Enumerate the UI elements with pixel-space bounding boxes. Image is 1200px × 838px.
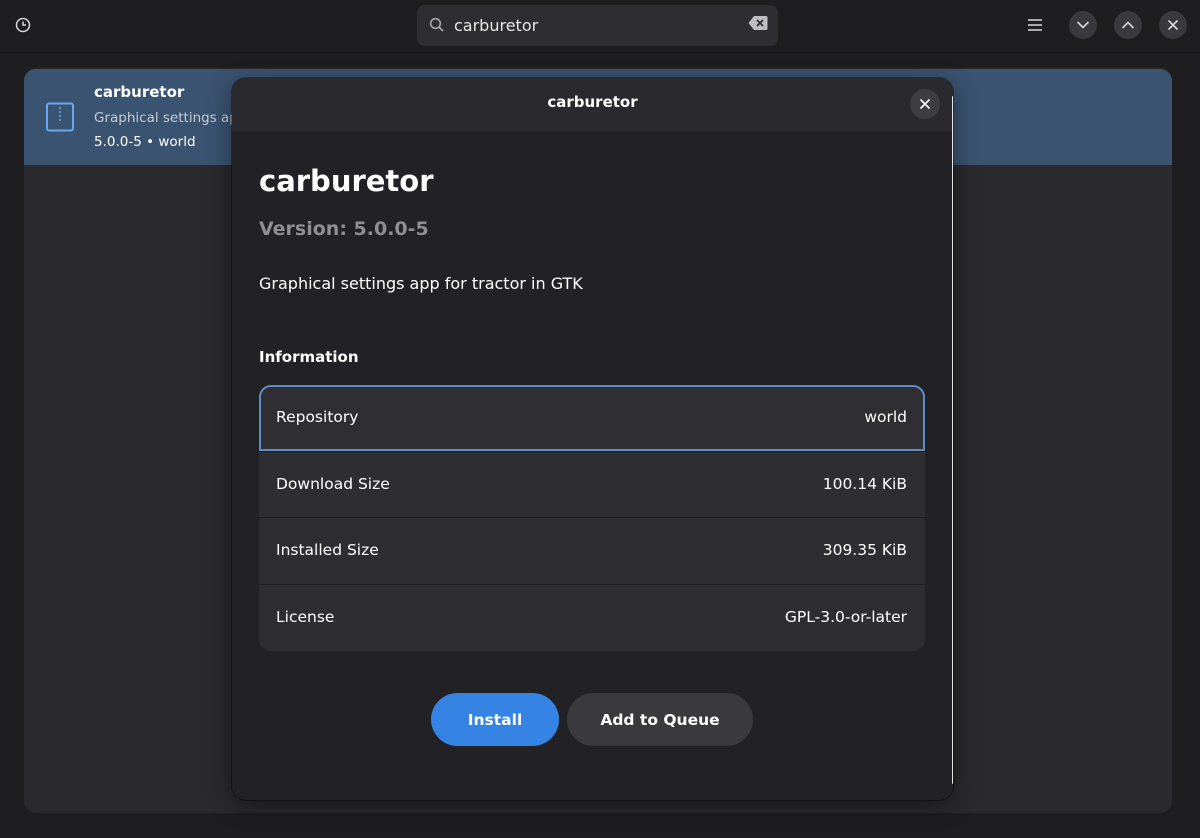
package-archive-icon [45, 102, 75, 136]
backspace-icon [748, 15, 768, 35]
info-value: 309.35 KiB [822, 541, 907, 559]
info-value: 100.14 KiB [822, 475, 907, 493]
package-version: Version: 5.0.0-5 [259, 218, 429, 240]
info-key: Download Size [276, 475, 390, 493]
information-heading: Information [259, 348, 359, 366]
header-bar [0, 0, 1200, 53]
info-row-installed-size[interactable]: Installed Size 309.35 KiB [259, 517, 925, 583]
scrollbar[interactable] [952, 96, 953, 784]
package-details-dialog: carburetor carburetor Version: 5.0.0-5 G… [232, 78, 953, 800]
maximize-button[interactable] [1114, 11, 1142, 39]
close-icon [1167, 19, 1179, 31]
dialog-title: carburetor [547, 93, 638, 111]
info-key: Repository [276, 408, 359, 426]
info-key: License [276, 608, 335, 626]
info-value: world [864, 408, 907, 426]
result-description: Graphical settings app [94, 110, 234, 126]
info-row-download-size[interactable]: Download Size 100.14 KiB [259, 451, 925, 517]
clear-search-button[interactable] [747, 15, 769, 35]
window-close-button[interactable] [1159, 11, 1187, 39]
search-bar[interactable] [417, 5, 778, 46]
search-icon [429, 17, 445, 37]
hamburger-icon [1027, 18, 1043, 32]
dialog-header: carburetor [232, 78, 953, 131]
minimize-button[interactable] [1069, 11, 1097, 39]
dialog-close-button[interactable] [910, 89, 940, 119]
install-button[interactable]: Install [431, 693, 559, 746]
chevron-up-icon [1121, 20, 1135, 30]
info-row-license[interactable]: License GPL-3.0-or-later [259, 584, 925, 650]
info-value: GPL-3.0-or-later [784, 608, 907, 626]
history-button[interactable] [9, 11, 37, 39]
package-name: carburetor [259, 164, 434, 198]
app-window: carburetor Graphical settings app 5.0.0-… [0, 0, 1200, 838]
add-to-queue-button[interactable]: Add to Queue [567, 693, 753, 746]
info-key: Installed Size [276, 541, 379, 559]
result-meta: 5.0.0-5 • world [94, 134, 196, 150]
search-input[interactable] [454, 13, 734, 38]
chevron-down-icon [1076, 20, 1090, 30]
main-menu-button[interactable] [1021, 11, 1049, 39]
result-title: carburetor [94, 83, 185, 101]
info-row-repository[interactable]: Repository world [259, 385, 925, 451]
information-list: Repository world Download Size 100.14 Ki… [259, 385, 925, 651]
close-icon [919, 95, 931, 114]
package-summary: Graphical settings app for tractor in GT… [259, 274, 583, 293]
clock-icon [15, 17, 31, 33]
